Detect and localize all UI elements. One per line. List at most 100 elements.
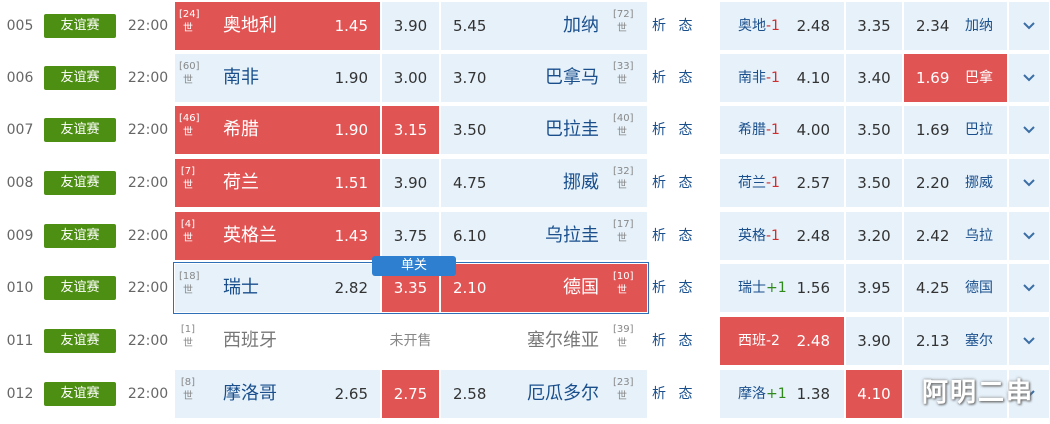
- handicap-home-team: 奥地-1: [738, 18, 780, 34]
- handicap-away-team: 巴拿: [965, 70, 993, 86]
- handicap-draw-cell[interactable]: 3.90: [846, 317, 902, 365]
- handicap-draw-cell[interactable]: 3.95: [846, 264, 902, 312]
- draw-cell[interactable]: 3.90: [382, 2, 439, 50]
- handicap-home-cell[interactable]: 西班-2 2.48: [720, 317, 844, 365]
- handicap-home-cell[interactable]: 荷兰-1 2.57: [720, 159, 844, 207]
- home-team: 西班牙: [223, 330, 277, 351]
- match-row-007: 007 友谊赛 22:00 [46] 世 希腊 1.90 3.15 3.50 巴拉…: [0, 104, 1050, 156]
- handicap-draw-cell[interactable]: 4.10: [846, 370, 902, 418]
- away-rank: [39] 世: [613, 324, 634, 349]
- league-badge[interactable]: 友谊赛: [44, 276, 116, 300]
- handicap-away-odd: 1.69: [916, 69, 950, 87]
- handicap-draw-cell[interactable]: 3.20: [846, 212, 902, 260]
- match-number: 007: [6, 122, 34, 138]
- handicap-away-cell[interactable]: 2.42 乌拉: [904, 212, 1007, 260]
- analysis-link[interactable]: 析 态: [652, 157, 696, 209]
- away-win-cell[interactable]: 2.10 德国 [10] 世: [441, 264, 647, 312]
- analysis-link[interactable]: 析 态: [652, 315, 696, 367]
- expand-button[interactable]: [1009, 2, 1049, 50]
- chevron-down-icon: [1009, 159, 1049, 207]
- home-win-cell[interactable]: [8] 世 摩洛哥 2.65: [175, 370, 380, 418]
- draw-cell[interactable]: 3.90: [382, 159, 439, 207]
- handicap-away-cell[interactable]: 2.20 挪威: [904, 159, 1007, 207]
- draw-cell[interactable]: 3.00: [382, 54, 439, 102]
- handicap-draw-cell[interactable]: 3.35: [846, 2, 902, 50]
- match-time: 22:00: [127, 228, 169, 244]
- match-row-012: 012 友谊赛 22:00 [8] 世 摩洛哥 2.65 2.75 2.58 厄瓜…: [0, 368, 1050, 420]
- handicap-home-odd: 1.56: [796, 279, 830, 297]
- away-win-cell[interactable]: 6.10 乌拉圭 [17] 世: [441, 212, 647, 260]
- home-odd: 1.90: [334, 69, 368, 87]
- home-win-cell[interactable]: [60] 世 南非 1.90: [175, 54, 380, 102]
- analysis-link[interactable]: 析 态: [652, 210, 696, 262]
- analysis-link[interactable]: 析 态: [652, 368, 696, 420]
- away-win-cell[interactable]: 2.58 厄瓜多尔 [23] 世: [441, 370, 647, 418]
- handicap-draw-cell[interactable]: 3.50: [846, 106, 902, 154]
- away-win-cell[interactable]: 5.45 加纳 [72] 世: [441, 2, 647, 50]
- away-win-cell[interactable]: 3.50 巴拉圭 [40] 世: [441, 106, 647, 154]
- draw-cell[interactable]: 3.15: [382, 106, 439, 154]
- expand-button[interactable]: [1009, 212, 1049, 260]
- away-rank: [32] 世: [613, 166, 634, 191]
- away-odd: 2.58: [453, 385, 487, 403]
- handicap-home-cell[interactable]: 摩洛+1 1.38: [720, 370, 844, 418]
- handicap-away-cell[interactable]: 1.69 巴拿: [904, 54, 1007, 102]
- away-win-cell[interactable]: 3.70 巴拿马 [33] 世: [441, 54, 647, 102]
- match-number: 008: [6, 175, 34, 191]
- handicap-home-cell[interactable]: 英格-1 2.48: [720, 212, 844, 260]
- handicap-away-cell[interactable]: 2.34 加纳: [904, 2, 1007, 50]
- home-win-cell[interactable]: [24] 世 奥地利 1.45: [175, 2, 380, 50]
- analysis-link[interactable]: 析 态: [652, 262, 696, 314]
- handicap-away-odd: 1.69: [916, 121, 950, 139]
- home-odd: 1.51: [334, 174, 368, 192]
- home-team: 荷兰: [223, 172, 259, 193]
- chevron-down-icon: [1009, 106, 1049, 154]
- handicap-draw-odd: 3.95: [857, 279, 891, 297]
- handicap-home-cell[interactable]: 瑞士+1 1.56: [720, 264, 844, 312]
- home-win-cell[interactable]: [4] 世 英格兰 1.43: [175, 212, 380, 260]
- draw-cell[interactable]: 2.75: [382, 370, 439, 418]
- handicap-away-cell[interactable]: 4.25 德国: [904, 264, 1007, 312]
- handicap-away-cell[interactable]: 2.13 塞尔: [904, 317, 1007, 365]
- handicap-home-cell[interactable]: 奥地-1 2.48: [720, 2, 844, 50]
- draw-cell[interactable]: 3.75: [382, 212, 439, 260]
- expand-button[interactable]: [1009, 54, 1049, 102]
- league-badge[interactable]: 友谊赛: [44, 66, 116, 90]
- league-badge[interactable]: 友谊赛: [44, 14, 116, 38]
- analysis-link[interactable]: 析 态: [652, 0, 696, 52]
- home-win-cell[interactable]: [46] 世 希腊 1.90: [175, 106, 380, 154]
- home-win-cell[interactable]: [7] 世 荷兰 1.51: [175, 159, 380, 207]
- handicap-home-cell[interactable]: 南非-1 4.10: [720, 54, 844, 102]
- away-team: 厄瓜多尔: [527, 383, 599, 404]
- league-badge[interactable]: 友谊赛: [44, 171, 116, 195]
- handicap-draw-cell[interactable]: 3.50: [846, 159, 902, 207]
- handicap-away-cell[interactable]: 1.69 巴拉: [904, 106, 1007, 154]
- handicap-home-team: 荷兰-1: [738, 175, 780, 191]
- expand-button[interactable]: [1009, 106, 1049, 154]
- away-odd: 3.70: [453, 69, 487, 87]
- expand-button[interactable]: [1009, 159, 1049, 207]
- home-rank: [8] 世: [180, 377, 196, 402]
- home-win-cell[interactable]: [18] 世 瑞士 2.82: [175, 264, 380, 312]
- home-team: 瑞士: [223, 277, 259, 298]
- handicap-home-odd: 2.48: [796, 17, 830, 35]
- match-time: 22:00: [127, 280, 169, 296]
- away-odd: 5.45: [453, 17, 487, 35]
- handicap-away-odd: 2.34: [916, 17, 950, 35]
- league-badge[interactable]: 友谊赛: [44, 382, 116, 406]
- expand-button[interactable]: [1009, 264, 1049, 312]
- draw-odd: 3.15: [393, 121, 428, 139]
- analysis-link[interactable]: 析 态: [652, 52, 696, 104]
- handicap-draw-cell[interactable]: 3.40: [846, 54, 902, 102]
- handicap-away-team: 塞尔: [965, 333, 993, 349]
- handicap-home-team: 希腊-1: [738, 122, 780, 138]
- league-badge[interactable]: 友谊赛: [44, 118, 116, 142]
- away-win-cell[interactable]: 4.75 挪威 [32] 世: [441, 159, 647, 207]
- handicap-away-odd: 2.20: [916, 174, 950, 192]
- league-badge[interactable]: 友谊赛: [44, 329, 116, 353]
- analysis-link[interactable]: 析 态: [652, 104, 696, 156]
- handicap-away-team: 加纳: [965, 18, 993, 34]
- league-badge[interactable]: 友谊赛: [44, 224, 116, 248]
- expand-button[interactable]: [1009, 317, 1049, 365]
- handicap-home-cell[interactable]: 希腊-1 4.00: [720, 106, 844, 154]
